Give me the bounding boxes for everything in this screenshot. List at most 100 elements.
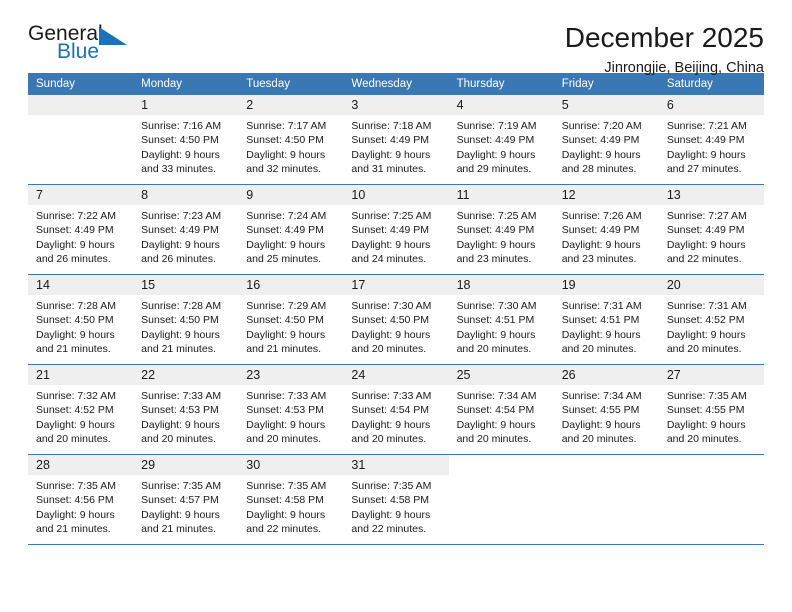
day-number: 11 xyxy=(448,185,554,205)
calendar-day-cell[interactable]: 3 Sunrise: 7:18 AM Sunset: 4:49 PM Daylight… xyxy=(343,95,449,185)
daylight-text-line2: and 24 minutes. xyxy=(351,252,427,265)
daylight-text-line2: and 21 minutes. xyxy=(36,342,111,355)
sun-info: Sunrise: 7:30 AM Sunset: 4:50 PM Daylight:… xyxy=(343,295,448,356)
daylight-text-line1: Daylight: 9 hours xyxy=(351,148,431,161)
day-number: 27 xyxy=(658,365,764,385)
sunset-text: Sunset: 4:53 PM xyxy=(246,404,324,417)
sunrise-text: Sunrise: 7:20 AM xyxy=(561,120,642,132)
daylight-text-line2: and 22 minutes. xyxy=(246,522,321,535)
sunset-text: Sunset: 4:49 PM xyxy=(351,224,430,237)
calendar-day-cell[interactable]: 1 Sunrise: 7:16 AM Sunset: 4:50 PM Daylight… xyxy=(133,95,239,185)
calendar-day-cell[interactable]: 19 Sunrise: 7:31 AM Sunset: 4:51 PM Dayligh… xyxy=(553,274,659,365)
calendar-day-cell[interactable]: 2 Sunrise: 7:17 AM Sunset: 4:50 PM Daylight… xyxy=(238,95,344,185)
calendar-day-cell[interactable]: 5 Sunrise: 7:20 AM Sunset: 4:49 PM Daylight… xyxy=(553,95,659,185)
day-number: 28 xyxy=(28,455,134,475)
weekday-header-tuesday: Tuesday xyxy=(238,73,344,95)
title-block: December 2025 Jinrongjie, Beijing, China xyxy=(565,22,764,78)
daylight-text-line1: Daylight: 9 hours xyxy=(666,418,746,431)
calendar-day-cell[interactable]: 10 Sunrise: 7:25 AM Sunset: 4:49 PM Dayligh… xyxy=(343,184,449,275)
calendar-day-cell[interactable]: 15 Sunrise: 7:28 AM Sunset: 4:50 PM Dayligh… xyxy=(133,274,239,365)
calendar-grid: Sunday Monday Tuesday Wednesday Thursday… xyxy=(28,73,764,544)
calendar-day-cell[interactable]: 28 Sunrise: 7:35 AM Sunset: 4:56 PM Dayligh… xyxy=(28,454,134,544)
calendar-day-cell[interactable]: 14 Sunrise: 7:28 AM Sunset: 4:50 PM Dayligh… xyxy=(28,274,134,365)
calendar-day-cell[interactable]: 29 Sunrise: 7:35 AM Sunset: 4:57 PM Dayligh… xyxy=(133,454,239,544)
day-cell-content: 31 Sunrise: 7:35 AM Sunset: 4:58 PM Dayligh… xyxy=(343,455,449,544)
sun-info: Sunrise: 7:23 AM Sunset: 4:49 PM Daylight:… xyxy=(133,205,238,266)
calendar-day-cell[interactable] xyxy=(28,95,134,185)
daylight-text-line1: Daylight: 9 hours xyxy=(456,418,536,431)
sun-info: Sunrise: 7:28 AM Sunset: 4:50 PM Daylight:… xyxy=(133,295,238,356)
calendar-day-cell[interactable]: 4 Sunrise: 7:19 AM Sunset: 4:49 PM Daylight… xyxy=(448,95,554,185)
day-cell-content: 4 Sunrise: 7:19 AM Sunset: 4:49 PM Daylight… xyxy=(448,95,554,184)
day-number: 1 xyxy=(133,95,239,115)
daylight-text-line2: and 22 minutes. xyxy=(666,252,742,265)
calendar-day-cell[interactable]: 23 Sunrise: 7:33 AM Sunset: 4:53 PM Dayligh… xyxy=(238,364,344,455)
sun-info: Sunrise: 7:30 AM Sunset: 4:51 PM Daylight:… xyxy=(449,295,554,356)
calendar-day-cell[interactable]: 12 Sunrise: 7:26 AM Sunset: 4:49 PM Dayligh… xyxy=(553,184,659,275)
sun-info: Sunrise: 7:33 AM Sunset: 4:53 PM Daylight:… xyxy=(238,385,343,446)
day-number: 15 xyxy=(133,275,239,295)
calendar-day-cell[interactable]: 17 Sunrise: 7:30 AM Sunset: 4:50 PM Dayligh… xyxy=(343,274,449,365)
daylight-text-line1: Daylight: 9 hours xyxy=(561,418,641,431)
sunset-text: Sunset: 4:56 PM xyxy=(36,494,114,507)
sun-info: Sunrise: 7:34 AM Sunset: 4:55 PM Daylight:… xyxy=(554,385,659,446)
daylight-text-line1: Daylight: 9 hours xyxy=(666,328,746,341)
daylight-text-line1: Daylight: 9 hours xyxy=(141,328,220,341)
sun-info: Sunrise: 7:34 AM Sunset: 4:54 PM Daylight:… xyxy=(449,385,554,446)
calendar-day-cell[interactable]: 24 Sunrise: 7:33 AM Sunset: 4:54 PM Dayligh… xyxy=(343,364,449,455)
calendar-day-cell[interactable]: 30 Sunrise: 7:35 AM Sunset: 4:58 PM Dayligh… xyxy=(238,454,344,544)
sunrise-text: Sunrise: 7:19 AM xyxy=(456,120,537,132)
daylight-text-line2: and 21 minutes. xyxy=(141,342,216,355)
calendar-day-cell[interactable]: 9 Sunrise: 7:24 AM Sunset: 4:49 PM Daylight… xyxy=(238,184,344,275)
weekday-header-thursday: Thursday xyxy=(448,73,554,95)
general-blue-logo[interactable]: General Blue xyxy=(28,22,140,70)
sun-info: Sunrise: 7:33 AM Sunset: 4:53 PM Daylight:… xyxy=(133,385,238,446)
calendar-day-cell[interactable] xyxy=(553,454,659,544)
calendar-day-cell[interactable]: 18 Sunrise: 7:30 AM Sunset: 4:51 PM Dayligh… xyxy=(448,274,554,365)
sunset-text: Sunset: 4:51 PM xyxy=(456,314,535,327)
sunrise-text: Sunrise: 7:21 AM xyxy=(666,120,747,132)
calendar-week-row: 1 Sunrise: 7:16 AM Sunset: 4:50 PM Daylight… xyxy=(28,95,764,185)
sunset-text: Sunset: 4:50 PM xyxy=(141,134,219,147)
calendar-day-cell[interactable] xyxy=(658,454,764,544)
sunrise-text: Sunrise: 7:35 AM xyxy=(351,480,432,492)
daylight-text-line1: Daylight: 9 hours xyxy=(246,418,326,431)
daylight-text-line2: and 20 minutes. xyxy=(456,342,532,355)
daylight-text-line2: and 21 minutes. xyxy=(36,522,111,535)
daylight-text-line1: Daylight: 9 hours xyxy=(246,238,326,251)
daylight-text-line1: Daylight: 9 hours xyxy=(141,418,220,431)
day-cell-content: 26 Sunrise: 7:34 AM Sunset: 4:55 PM Dayligh… xyxy=(553,365,659,454)
day-cell-content: 21 Sunrise: 7:32 AM Sunset: 4:52 PM Dayligh… xyxy=(28,365,134,454)
calendar-day-cell[interactable]: 31 Sunrise: 7:35 AM Sunset: 4:58 PM Dayligh… xyxy=(343,454,449,544)
calendar-day-cell[interactable]: 13 Sunrise: 7:27 AM Sunset: 4:49 PM Dayligh… xyxy=(658,184,764,275)
day-cell-content: 29 Sunrise: 7:35 AM Sunset: 4:57 PM Dayligh… xyxy=(133,455,239,544)
calendar-day-cell[interactable]: 16 Sunrise: 7:29 AM Sunset: 4:50 PM Dayligh… xyxy=(238,274,344,365)
sunset-text: Sunset: 4:49 PM xyxy=(666,224,745,237)
page-header: General Blue December 2025 Jinrongjie, B… xyxy=(28,0,764,76)
calendar-day-cell[interactable]: 20 Sunrise: 7:31 AM Sunset: 4:52 PM Dayligh… xyxy=(658,274,764,365)
sunset-text: Sunset: 4:49 PM xyxy=(141,224,219,237)
day-cell-content: 20 Sunrise: 7:31 AM Sunset: 4:52 PM Dayligh… xyxy=(658,275,764,364)
calendar-day-cell[interactable]: 21 Sunrise: 7:32 AM Sunset: 4:52 PM Dayligh… xyxy=(28,364,134,455)
sun-info: Sunrise: 7:19 AM Sunset: 4:49 PM Daylight:… xyxy=(449,115,554,176)
day-cell-content: 6 Sunrise: 7:21 AM Sunset: 4:49 PM Daylight… xyxy=(658,95,764,184)
calendar-day-cell[interactable]: 8 Sunrise: 7:23 AM Sunset: 4:49 PM Daylight… xyxy=(133,184,239,275)
calendar-day-cell[interactable] xyxy=(448,454,554,544)
calendar-day-cell[interactable]: 22 Sunrise: 7:33 AM Sunset: 4:53 PM Dayligh… xyxy=(133,364,239,455)
day-cell-content: 24 Sunrise: 7:33 AM Sunset: 4:54 PM Dayligh… xyxy=(343,365,449,454)
daylight-text-line2: and 20 minutes. xyxy=(456,432,532,445)
sunrise-text: Sunrise: 7:30 AM xyxy=(351,300,432,312)
day-number: 10 xyxy=(343,185,449,205)
calendar-day-cell[interactable]: 11 Sunrise: 7:25 AM Sunset: 4:49 PM Dayligh… xyxy=(448,184,554,275)
sun-info: Sunrise: 7:24 AM Sunset: 4:49 PM Daylight:… xyxy=(238,205,343,266)
day-number: 29 xyxy=(133,455,239,475)
daylight-text-line2: and 21 minutes. xyxy=(141,522,216,535)
calendar-day-cell[interactable]: 25 Sunrise: 7:34 AM Sunset: 4:54 PM Dayligh… xyxy=(448,364,554,455)
calendar-day-cell[interactable]: 7 Sunrise: 7:22 AM Sunset: 4:49 PM Daylight… xyxy=(28,184,134,275)
daylight-text-line1: Daylight: 9 hours xyxy=(36,508,115,521)
day-cell-content: 8 Sunrise: 7:23 AM Sunset: 4:49 PM Daylight… xyxy=(133,185,239,274)
day-cell-content xyxy=(449,455,554,544)
calendar-day-cell[interactable]: 27 Sunrise: 7:35 AM Sunset: 4:55 PM Dayligh… xyxy=(658,364,764,455)
calendar-day-cell[interactable]: 26 Sunrise: 7:34 AM Sunset: 4:55 PM Dayligh… xyxy=(553,364,659,455)
calendar-day-cell[interactable]: 6 Sunrise: 7:21 AM Sunset: 4:49 PM Daylight… xyxy=(658,95,764,185)
